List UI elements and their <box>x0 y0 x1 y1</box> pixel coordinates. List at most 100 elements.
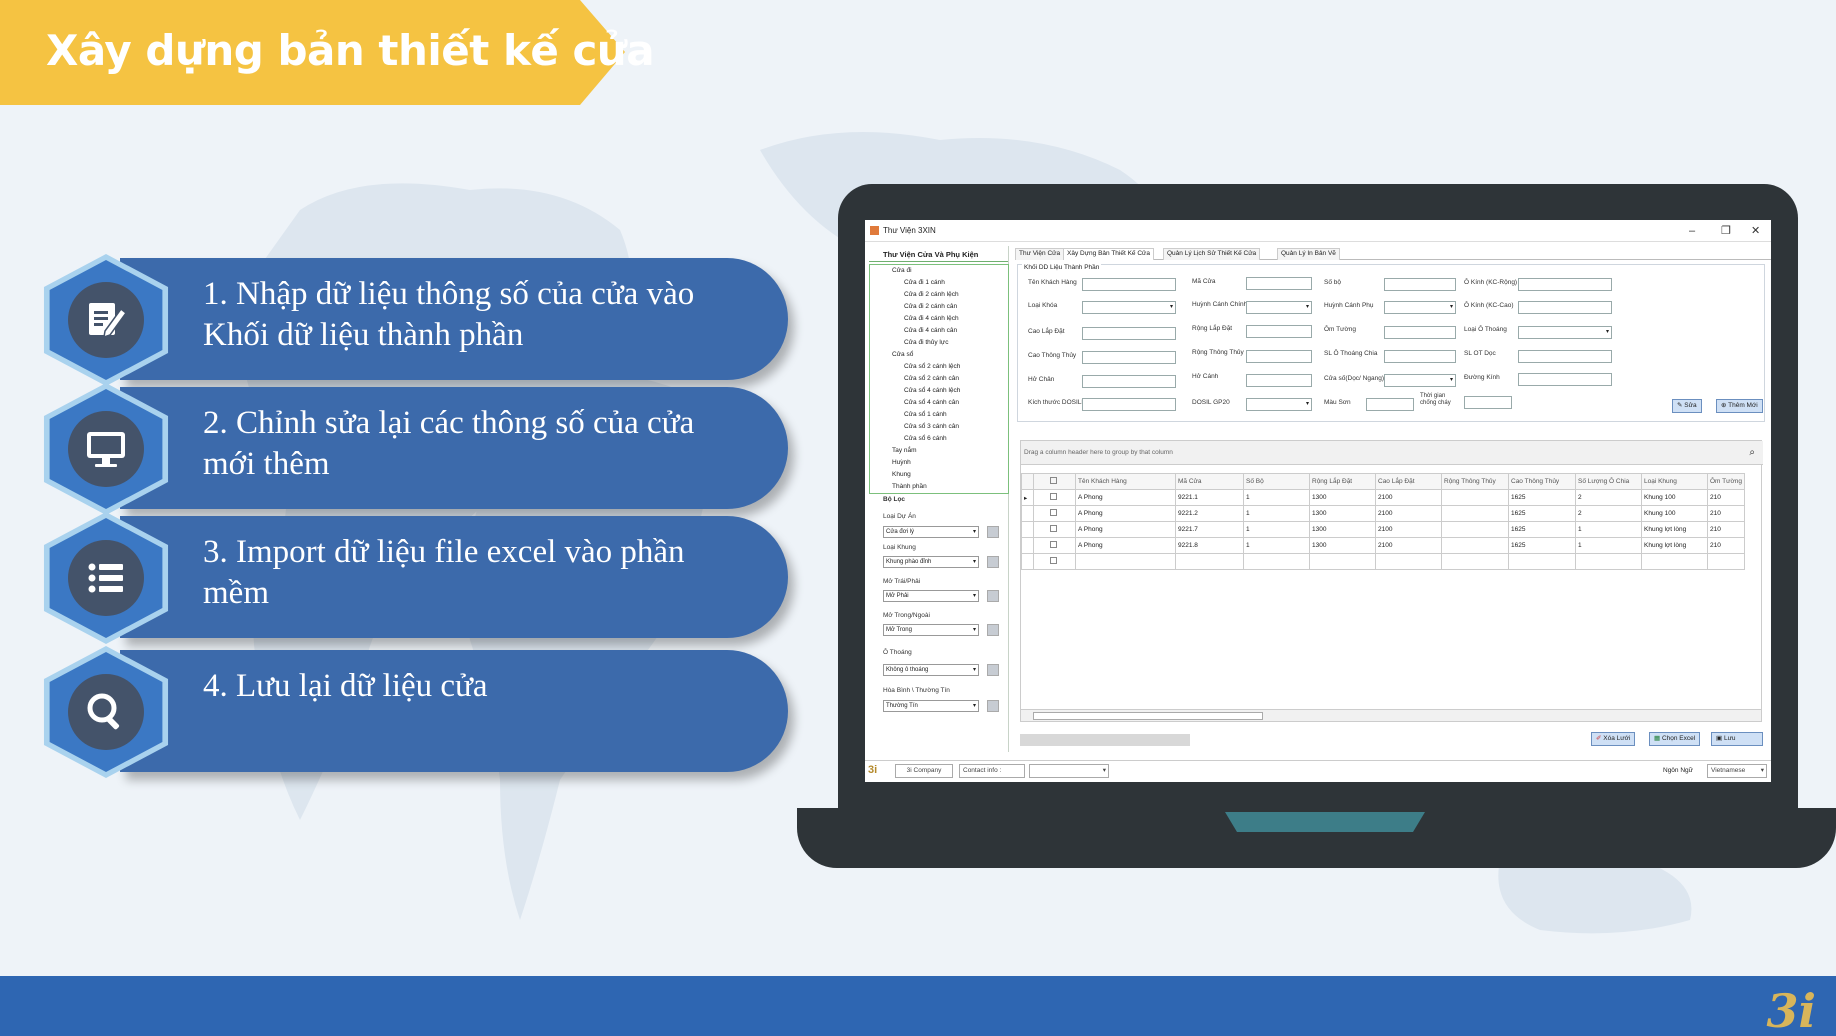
restore-icon[interactable]: ❐ <box>1721 220 1731 242</box>
tree-item[interactable]: Cửa đi 1 cánh <box>904 279 945 286</box>
column-header[interactable] <box>1033 473 1076 490</box>
language-select[interactable]: Vietnamese ▾ <box>1707 764 1767 778</box>
tree-item[interactable]: Cửa sổ 4 cánh lệch <box>904 387 960 394</box>
filter-clear-button[interactable] <box>987 590 999 602</box>
column-header[interactable]: Cao Thông Thủy <box>1508 473 1576 490</box>
column-header[interactable]: Loại Khung <box>1641 473 1708 490</box>
column-header[interactable]: Rộng Thông Thủy <box>1441 473 1509 490</box>
column-header[interactable]: Số Lượng Ô Chia <box>1575 473 1642 490</box>
tree-item[interactable]: Cửa sổ <box>892 351 913 358</box>
door-code-input[interactable] <box>1246 277 1312 290</box>
row-checkbox[interactable] <box>1050 509 1057 516</box>
column-header[interactable]: Ôm Tường <box>1707 473 1745 490</box>
filter-clear-button[interactable] <box>987 664 999 676</box>
search-icon[interactable]: ⌕ <box>1749 447 1755 458</box>
table-row[interactable]: ▸ A Phong 9221.1 1 1300 2100 1625 2 Khun… <box>1021 489 1745 506</box>
tab-door-library[interactable]: Thư Viện Cửa <box>1015 248 1065 260</box>
clear-grid-button[interactable]: ✐ Xóa Lưới <box>1591 732 1636 746</box>
project-type-select[interactable]: Cửa đơi lý <box>883 526 979 538</box>
sub-panel-select[interactable] <box>1384 301 1456 314</box>
table-row[interactable]: A Phong 9221.2 1 1300 2100 1625 2 Khung … <box>1021 505 1745 522</box>
grid-table[interactable]: Tên Khách Hàng Mã Cửa Số Bộ Rộng Lắp Đặt… <box>1021 473 1745 570</box>
glass-height-input[interactable] <box>1518 301 1612 314</box>
install-height-input[interactable] <box>1082 327 1176 340</box>
table-row[interactable]: A Phong 9221.8 1 1300 2100 1625 1 Khung … <box>1021 537 1745 554</box>
tree-item[interactable]: Cửa đi 2 cánh lệch <box>904 291 959 298</box>
row-checkbox[interactable] <box>1050 541 1057 548</box>
select-all-checkbox[interactable] <box>1050 477 1057 484</box>
set-count-input[interactable] <box>1384 278 1456 291</box>
row-checkbox[interactable] <box>1050 525 1057 532</box>
tree-item[interactable]: Cửa sổ 4 cánh cân <box>904 399 959 406</box>
main-panel-select[interactable] <box>1246 301 1312 314</box>
horizontal-scrollbar[interactable] <box>1021 709 1761 721</box>
clear-height-input[interactable] <box>1082 351 1176 364</box>
install-width-input[interactable] <box>1246 325 1312 338</box>
panel-gap-input[interactable] <box>1246 374 1312 387</box>
tree-item[interactable]: Cửa đi 2 cánh cân <box>904 303 957 310</box>
wall-depth-input[interactable] <box>1384 326 1456 339</box>
column-header[interactable]: Mã Cửa <box>1175 473 1244 490</box>
bottom-gap-input[interactable] <box>1082 375 1176 388</box>
filter-clear-button[interactable] <box>987 526 999 538</box>
row-checkbox[interactable] <box>1050 557 1057 564</box>
tree-item[interactable]: Cửa sổ 6 cánh <box>904 435 947 442</box>
row-checkbox[interactable] <box>1050 493 1057 500</box>
tab-build-design[interactable]: Xây Dựng Bản Thiết Kế Cửa <box>1063 248 1155 260</box>
tree-item[interactable]: Cửa sổ 3 cánh cân <box>904 423 959 430</box>
fire-rating-input[interactable] <box>1464 396 1512 409</box>
window-orientation-select[interactable] <box>1384 374 1456 387</box>
open-direction-select[interactable]: Mở Trong <box>883 624 979 636</box>
table-row[interactable]: A Phong 9221.7 1 1300 2100 1625 1 Khung … <box>1021 521 1745 538</box>
add-new-button[interactable]: ⊕ Thêm Mới <box>1716 399 1763 413</box>
tab-design-history[interactable]: Quản Lý Lịch Sử Thiết Kế Cửa <box>1163 248 1261 260</box>
edit-button[interactable]: ✎ Sửa <box>1672 399 1702 413</box>
customer-name-input[interactable] <box>1082 278 1176 291</box>
status-select[interactable]: ▾ <box>1029 764 1109 778</box>
minimize-icon[interactable]: – <box>1689 220 1695 242</box>
tree-item[interactable]: Cửa đi 4 cánh cân <box>904 327 957 334</box>
save-button[interactable]: ▣ Lưu <box>1711 732 1763 746</box>
tree-item[interactable]: Cửa sổ 1 cánh <box>904 411 947 418</box>
choose-excel-button[interactable]: ▦ Chọn Excel <box>1649 732 1701 746</box>
vertical-vent-input[interactable] <box>1518 350 1612 363</box>
data-grid[interactable]: Drag a column header here to group by th… <box>1020 440 1763 722</box>
tree-item[interactable]: Thành phần <box>892 483 927 490</box>
dosil-gp20-select[interactable] <box>1246 398 1312 411</box>
column-header[interactable]: Rộng Lắp Đặt <box>1309 473 1376 490</box>
close-icon[interactable]: ✕ <box>1751 220 1760 242</box>
tree-item[interactable]: Huỳnh <box>892 459 911 466</box>
tab-bar: Thư Viện Cửa Xây Dựng Bản Thiết Kế Cửa Q… <box>1015 246 1771 260</box>
column-header[interactable]: Số Bộ <box>1243 473 1310 490</box>
tree-view[interactable]: Cửa đi Cửa đi 1 cánh Cửa đi 2 cánh lệch … <box>869 264 1009 494</box>
frame-type-select[interactable]: Khung phào đỉnh <box>883 556 979 568</box>
open-side-select[interactable]: Mở Phải <box>883 590 979 602</box>
clear-width-input[interactable] <box>1246 350 1312 363</box>
tree-item[interactable]: Tay nắm <box>892 447 917 454</box>
column-header[interactable]: Cao Lắp Đặt <box>1375 473 1442 490</box>
tree-item[interactable]: Cửa đi <box>892 267 912 274</box>
tree-item[interactable]: Khung <box>892 471 911 478</box>
filter-clear-button[interactable] <box>987 700 999 712</box>
column-header[interactable] <box>1021 473 1034 490</box>
table-row-new[interactable] <box>1021 553 1745 570</box>
paint-color-input[interactable] <box>1366 398 1414 411</box>
tree-item[interactable]: Cửa sổ 2 cánh cân <box>904 375 959 382</box>
tree-item[interactable]: Cửa đi thủy lực <box>904 339 948 346</box>
vent-select[interactable]: Không ô thoáng <box>883 664 979 676</box>
diameter-input[interactable] <box>1518 373 1612 386</box>
location-select[interactable]: Thường Tín <box>883 700 979 712</box>
vent-count-input[interactable] <box>1384 350 1456 363</box>
filter-clear-button[interactable] <box>987 624 999 636</box>
tree-item[interactable]: Cửa sổ 2 cánh lệch <box>904 363 960 370</box>
tab-print-drawings[interactable]: Quản Lý In Bản Vẽ <box>1277 248 1340 260</box>
filter-clear-button[interactable] <box>987 556 999 568</box>
field-label: Đường Kính <box>1464 374 1500 381</box>
vent-type-select[interactable] <box>1518 326 1612 339</box>
lock-type-select[interactable] <box>1082 301 1176 314</box>
scrollbar-thumb[interactable] <box>1033 712 1263 720</box>
tree-item[interactable]: Cửa đi 4 cánh lệch <box>904 315 959 322</box>
dosill-size-input[interactable] <box>1082 398 1176 411</box>
column-header[interactable]: Tên Khách Hàng <box>1075 473 1176 490</box>
glass-width-input[interactable] <box>1518 278 1612 291</box>
